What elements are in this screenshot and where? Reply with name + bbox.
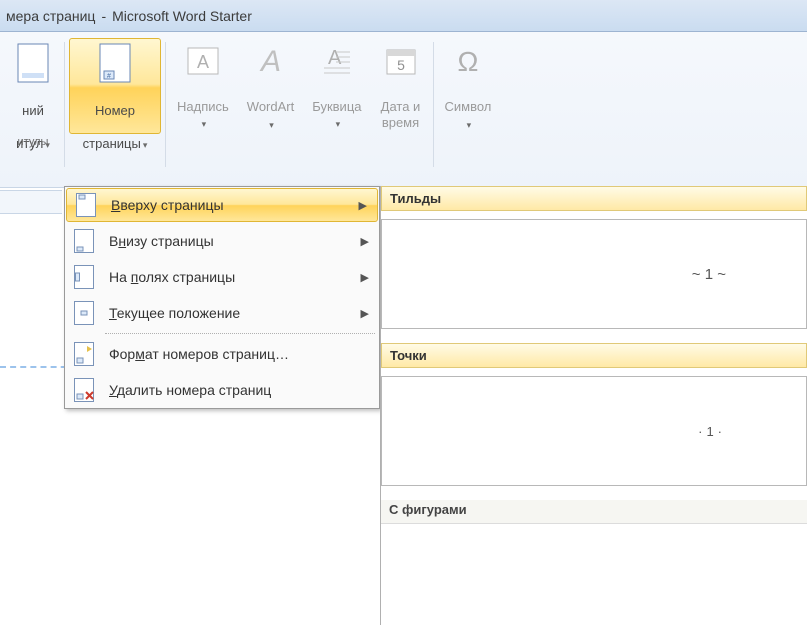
gallery-category-tildes: Тильды [381, 186, 807, 211]
ribbon-label: WordArt▾ [247, 83, 294, 132]
page-bottom-icon [71, 228, 97, 254]
menu-label: На полях страницы [109, 269, 235, 285]
textbox-button[interactable]: A Надпись▾ [170, 38, 236, 134]
page-number-icon: # [95, 43, 135, 83]
calendar-icon: 5 [381, 43, 421, 78]
menu-label: Текущее положение [109, 305, 240, 321]
chevron-right-icon: ▶ [361, 235, 369, 248]
page-number-gallery: Тильды ~ 1 ~ Точки ·1· С фигурами [380, 186, 807, 625]
menu-top-of-page[interactable]: Вверху страницы ▶ [66, 188, 378, 222]
dropcap-icon: A [317, 43, 357, 78]
page-current-icon [71, 300, 97, 326]
menu-bottom-of-page[interactable]: Внизу страницы ▶ [65, 223, 379, 259]
chevron-right-icon: ▶ [361, 307, 369, 320]
menu-separator [105, 333, 375, 334]
menu-format-page-numbers[interactable]: Формат номеров страниц… [65, 336, 379, 372]
page-number-menu: Вверху страницы ▶ Внизу страницы ▶ На по… [64, 186, 380, 409]
menu-label: Удалить номера страниц [109, 382, 271, 398]
ribbon-group-headers: ний итул▾ итулы [4, 38, 62, 187]
svg-text:5: 5 [397, 57, 405, 73]
document-title: мера страниц [6, 8, 95, 24]
svg-text:A: A [328, 47, 342, 69]
ribbon-group-page-number: # Номер страницы▾ [67, 38, 163, 187]
group-separator [165, 42, 166, 167]
group-separator [64, 42, 65, 167]
ribbon-label: Надпись▾ [177, 82, 229, 131]
ribbon-label: Дата ивремя [381, 82, 421, 131]
omega-icon: Ω [448, 43, 488, 79]
menu-label: Вверху страницы [111, 197, 224, 213]
svg-text:Ω: Ω [457, 46, 478, 77]
gallery-item-dots-1[interactable]: ·1· [381, 376, 807, 486]
page-top-icon [73, 192, 99, 218]
gallery-sample: ~ 1 ~ [692, 266, 726, 283]
wordart-button[interactable]: A WordArt▾ [240, 38, 301, 134]
gallery-category-dots: Точки [381, 343, 807, 368]
page-icon [13, 43, 53, 83]
page-format-icon [71, 341, 97, 367]
symbol-button[interactable]: Ω Символ▾ [438, 38, 499, 134]
menu-label: Внизу страницы [109, 233, 214, 249]
chevron-right-icon: ▶ [359, 199, 367, 212]
page-margins-icon [71, 264, 97, 290]
app-title: Microsoft Word Starter [112, 8, 252, 24]
ribbon-label: Буквица▾ [312, 82, 361, 131]
textbox-icon: A [183, 43, 223, 78]
footer-button-partial[interactable]: ний итул▾ [6, 38, 60, 134]
group-separator [433, 42, 434, 167]
svg-text:A: A [258, 45, 280, 78]
svg-text:#: # [107, 73, 111, 80]
datetime-button[interactable]: 5 Дата ивремя [373, 38, 429, 134]
menu-page-margins[interactable]: На полях страницы ▶ [65, 259, 379, 295]
menu-remove-page-numbers[interactable]: Удалить номера страниц [65, 372, 379, 408]
chevron-right-icon: ▶ [361, 271, 369, 284]
ribbon: ний итул▾ итулы # Номер страницы▾ A На [0, 32, 807, 188]
svg-text:A: A [197, 52, 209, 72]
ribbon-tab-partial [0, 190, 62, 214]
ribbon-label: Символ▾ [445, 83, 492, 132]
group-label: итулы [18, 134, 49, 152]
gallery-sample: ·1· [698, 424, 726, 439]
menu-label: Формат номеров страниц… [109, 346, 289, 362]
gallery-item-tilde-1[interactable]: ~ 1 ~ [381, 219, 807, 329]
menu-current-position[interactable]: Текущее положение ▶ [65, 295, 379, 331]
page-remove-icon [71, 377, 97, 403]
title-bar: мера страниц - Microsoft Word Starter [0, 0, 807, 32]
wordart-icon: A [251, 43, 291, 79]
gallery-category-shapes: С фигурами [381, 500, 807, 524]
dropcap-button[interactable]: A Буквица▾ [305, 38, 368, 134]
page-number-button[interactable]: # Номер страницы▾ [69, 38, 161, 134]
title-sep: - [101, 8, 106, 24]
